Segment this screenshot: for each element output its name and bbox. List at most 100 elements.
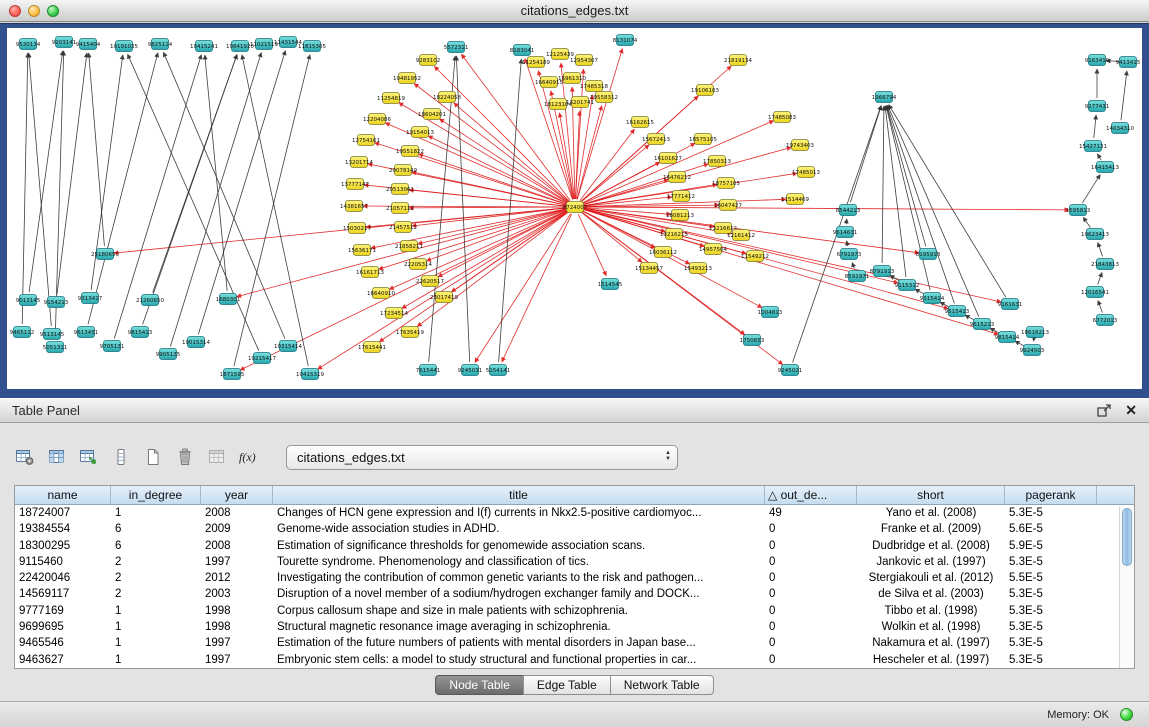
delete-column-button[interactable]	[172, 444, 198, 470]
dropdown-arrows-icon: ▲▼	[665, 450, 671, 462]
cell-title: Disruption of a novel member of a sodium…	[273, 586, 765, 602]
graph-node-label: 1514545	[598, 282, 623, 288]
column-header-out_de[interactable]: △ out_de...	[765, 486, 857, 505]
network-canvas-svg[interactable]: 8724007928310210481952112548191220408612…	[7, 28, 1142, 389]
graph-edge	[578, 214, 606, 275]
graph-node-label: 9815414	[995, 335, 1020, 341]
cell-year: 1998	[201, 603, 273, 619]
graph-edge	[577, 49, 622, 200]
cell-name: 9777169	[15, 603, 111, 619]
cell-short: Wolkin et al. (1998)	[857, 619, 1005, 635]
table-panel-body: f(x) citations_edges.txt ▲▼ namein_degre…	[0, 423, 1149, 727]
cell-in_degree: 1	[111, 619, 201, 635]
column-header-filler	[1097, 486, 1134, 505]
graph-node-label: 9413415	[1116, 60, 1141, 66]
memory-status-label: Memory: OK	[1047, 709, 1109, 721]
table-row[interactable]: 1872400712008Changes of HCN gene express…	[15, 505, 1134, 521]
graph-edge	[1082, 175, 1100, 204]
table-row[interactable]: 911546021997Tourette syndrome. Phenomeno…	[15, 554, 1134, 570]
graph-node-label: 21057112	[386, 206, 414, 212]
table-columns-icon	[47, 448, 67, 466]
close-panel-icon[interactable]: ✕	[1125, 403, 1137, 417]
table-disabled-icon	[207, 448, 227, 466]
table-settings-button[interactable]	[12, 444, 38, 470]
table-row[interactable]: 946554611997Estimation of the future num…	[15, 635, 1134, 651]
graph-node-label: 16161713	[356, 270, 384, 276]
cell-out_de: 0	[765, 635, 857, 651]
graph-node-label: 12161412	[727, 233, 755, 239]
graph-node-label: 25180650	[91, 252, 119, 258]
tab-edge-table[interactable]: Edge Table	[523, 675, 611, 695]
graph-edge	[22, 53, 28, 324]
merge-table-button[interactable]	[204, 444, 230, 470]
graph-node-label: 9245021	[778, 368, 803, 374]
column-header-pagerank[interactable]: pagerank	[1005, 486, 1097, 505]
cell-title: Investigating the contribution of common…	[273, 570, 765, 586]
float-panel-icon[interactable]	[1097, 404, 1111, 417]
cell-short: Nakamura et al. (1997)	[857, 635, 1005, 651]
show-rows-button[interactable]	[108, 444, 134, 470]
show-columns-button[interactable]	[44, 444, 70, 470]
network-canvas[interactable]: 8724007928310210481952112548191220408612…	[7, 28, 1142, 389]
cell-year: 1997	[201, 554, 273, 570]
graph-node-label: 15672413	[642, 137, 670, 143]
graph-edge	[29, 53, 52, 326]
cell-title: Estimation of the future numbers of pati…	[273, 635, 765, 651]
graph-edge	[440, 119, 569, 203]
graph-node-label: 9161631	[998, 302, 1023, 308]
table-row[interactable]: 1938455462009Genome-wide association stu…	[15, 521, 1134, 537]
table-row[interactable]: 969969511998Structural magnetic resonanc…	[15, 619, 1134, 635]
graph-node-label: 11815305	[298, 44, 326, 50]
column-header-in_degree[interactable]: in_degree	[111, 486, 201, 505]
graph-edge	[198, 51, 285, 335]
table-row[interactable]: 1830029562008Estimation of significance …	[15, 538, 1134, 554]
import-table-button[interactable]	[76, 444, 102, 470]
table-source-dropdown[interactable]: citations_edges.txt ▲▼	[286, 445, 678, 470]
graph-edge	[318, 211, 569, 369]
graph-node-label: 8791913	[870, 269, 895, 275]
graph-node-label: 19743403	[786, 143, 814, 149]
table-row[interactable]: 2242004622012Investigating the contribut…	[15, 570, 1134, 586]
cell-pagerank: 5.3E-5	[1005, 619, 1097, 635]
network-view-frame: 8724007928310210481952112548191220408612…	[0, 23, 1149, 398]
graph-node-label: 1966794	[872, 95, 897, 101]
cell-name: 9699695	[15, 619, 111, 635]
table-scrollbar-thumb[interactable]	[1122, 508, 1132, 566]
graph-node-label: 21858211	[395, 244, 423, 250]
cell-out_de: 49	[765, 505, 857, 521]
table-scrollbar[interactable]	[1119, 506, 1134, 668]
cell-out_de: 0	[765, 538, 857, 554]
window-titlebar[interactable]: citations_edges.txt	[0, 0, 1149, 22]
graph-edge	[846, 219, 847, 224]
table-row[interactable]: 946362711997Embryonic stem cells: a mode…	[15, 652, 1134, 668]
table-row[interactable]: 1456911722003Disruption of a novel membe…	[15, 586, 1134, 602]
graph-edge	[852, 263, 854, 269]
graph-edge	[409, 190, 567, 206]
cell-short: Stergiakouli et al. (2012)	[857, 570, 1005, 586]
cell-title: Changes of HCN gene expression and I(f) …	[273, 505, 765, 521]
column-header-year[interactable]: year	[201, 486, 273, 505]
create-column-button[interactable]	[140, 444, 166, 470]
cell-year: 2008	[201, 538, 273, 554]
graph-node-label: 22620517	[416, 279, 444, 285]
cell-out_de: 0	[765, 570, 857, 586]
cell-short: de Silva et al. (2003)	[857, 586, 1005, 602]
column-header-short[interactable]: short	[857, 486, 1005, 505]
graph-node-label: 17485318	[580, 84, 608, 90]
graph-edge	[1098, 154, 1102, 160]
table-body: 1872400712008Changes of HCN gene express…	[15, 505, 1134, 668]
cell-out_de: 0	[765, 521, 857, 537]
cell-short: Franke et al. (2009)	[857, 521, 1005, 537]
graph-node-label: 8131074	[613, 38, 638, 44]
graph-node-label: 9613451	[74, 330, 99, 336]
column-header-title[interactable]: title	[273, 486, 765, 505]
table-row[interactable]: 977716911998Corpus callosum shape and si…	[15, 603, 1134, 619]
tab-network-table[interactable]: Network Table	[610, 675, 714, 695]
graph-node-label: 16162615	[626, 120, 654, 126]
cell-name: 9465546	[15, 635, 111, 651]
rows-icon	[111, 448, 131, 466]
tab-node-table[interactable]: Node Table	[435, 675, 524, 695]
function-builder-button[interactable]: f(x)	[236, 444, 262, 470]
graph-node-label: 16640910	[367, 291, 395, 297]
column-header-name[interactable]: name	[15, 486, 111, 505]
